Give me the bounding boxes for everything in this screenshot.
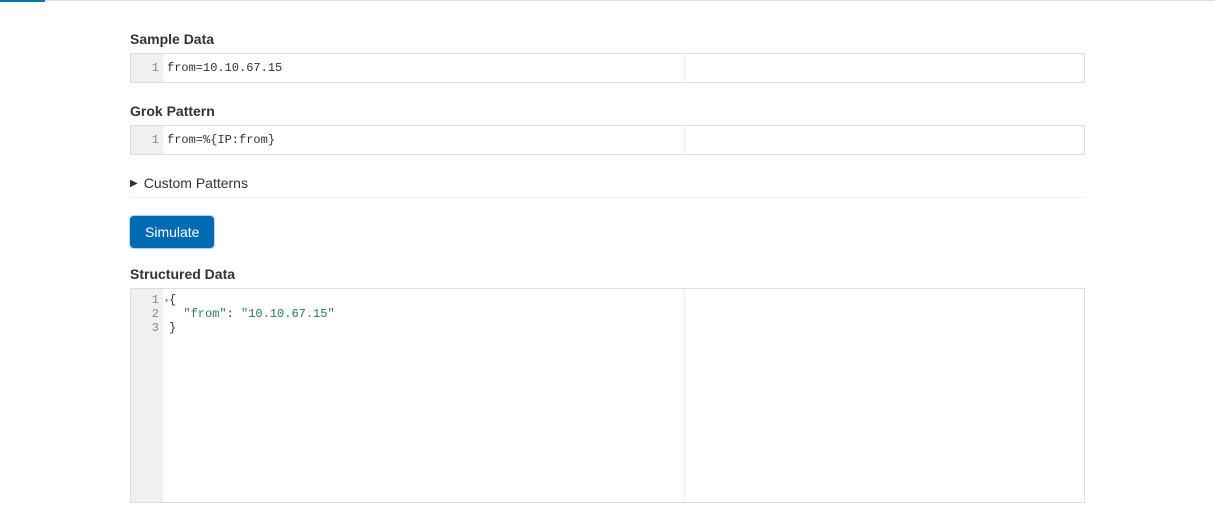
grok-pattern-content[interactable]: from=%{IP:from} <box>163 126 1084 154</box>
grok-pattern-label: Grok Pattern <box>130 103 1085 119</box>
main-container: Sample Data 1 from=10.10.67.15 Grok Patt… <box>0 1 1215 503</box>
sample-data-content[interactable]: from=10.10.67.15 <box>163 54 1084 82</box>
grok-pattern-gutter: 1 <box>131 126 163 154</box>
caret-right-icon: ▶ <box>130 178 138 189</box>
json-value-from: "10.10.67.15" <box>241 307 335 321</box>
json-open-brace: { <box>169 293 176 307</box>
json-colon: : <box>227 307 241 321</box>
custom-patterns-toggle[interactable]: ▶ Custom Patterns <box>130 175 1085 198</box>
editor-split-line <box>684 126 685 154</box>
sample-data-editor[interactable]: 1 from=10.10.67.15 <box>130 53 1085 83</box>
structured-data-output[interactable]: 1▾ 2 3 { "from": "10.10.67.15" } <box>130 288 1085 503</box>
simulate-button-label: Simulate <box>145 224 199 240</box>
structured-data-content[interactable]: { "from": "10.10.67.15" } <box>163 289 1084 502</box>
structured-data-label: Structured Data <box>130 266 1085 282</box>
sample-data-gutter: 1 <box>131 54 163 82</box>
output-split-line <box>684 289 685 502</box>
json-close-brace: } <box>169 321 176 335</box>
simulate-button[interactable]: Simulate <box>130 216 214 248</box>
editor-split-line <box>684 54 685 82</box>
page-top-border <box>0 0 1215 1</box>
grok-pattern-editor[interactable]: 1 from=%{IP:from} <box>130 125 1085 155</box>
fold-arrow-icon: ▾ <box>164 295 169 309</box>
structured-data-gutter: 1▾ 2 3 <box>131 289 163 502</box>
json-key-from: "from" <box>183 307 226 321</box>
sample-data-label: Sample Data <box>130 31 1085 47</box>
custom-patterns-label: Custom Patterns <box>144 175 248 191</box>
